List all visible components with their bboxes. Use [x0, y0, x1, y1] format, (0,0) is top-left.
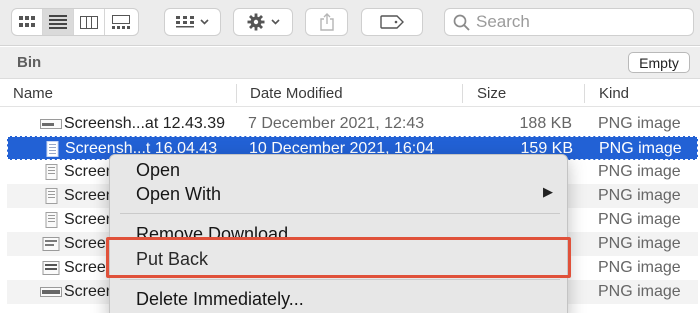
file-size: 188 KB [519, 115, 572, 132]
search-field[interactable] [444, 8, 694, 36]
group-by-button[interactable] [164, 8, 221, 36]
menu-item-delete-immediately[interactable]: Delete Immediately... [110, 286, 567, 312]
chevron-down-icon [200, 19, 209, 25]
search-input[interactable] [476, 12, 686, 32]
file-name: Screen [64, 283, 115, 300]
image-file-icon [45, 164, 58, 180]
search-icon [453, 14, 470, 31]
column-header-date[interactable]: Date Modified [250, 85, 343, 102]
gear-icon [247, 13, 264, 31]
chevron-down-icon [270, 19, 280, 25]
image-file-icon [40, 287, 62, 297]
table-row[interactable]: Screensh...at 12.43.39 7 December 2021, … [7, 112, 698, 136]
column-header-size[interactable]: Size [477, 85, 506, 102]
columns-icon [80, 15, 98, 29]
gallery-view-button[interactable] [105, 9, 136, 35]
share-button[interactable] [305, 8, 348, 36]
menu-item-label: Open [136, 159, 181, 180]
file-kind: PNG image [598, 115, 681, 132]
file-name: Screen [64, 187, 115, 204]
image-file-icon [40, 119, 62, 129]
gallery-icon [111, 15, 130, 29]
group-grid-icon [176, 16, 194, 28]
image-file-icon [46, 141, 59, 157]
column-header-kind[interactable]: Kind [599, 85, 629, 102]
file-kind: PNG image [599, 140, 682, 157]
tags-button[interactable] [361, 8, 423, 36]
image-file-icon [42, 261, 60, 275]
menu-item-open-with[interactable]: Open With ▶ [110, 181, 567, 207]
context-menu: Open Open With ▶ Remove Download Put Bac… [109, 154, 568, 313]
location-title: Bin [17, 54, 42, 71]
action-menu-button[interactable] [233, 8, 293, 36]
file-kind: PNG image [598, 211, 681, 228]
image-file-icon [45, 212, 58, 228]
file-kind: PNG image [598, 235, 681, 252]
icon-view-button[interactable] [12, 9, 43, 35]
submenu-arrow-icon: ▶ [543, 184, 553, 199]
menu-item-open[interactable]: Open [110, 157, 567, 183]
file-name: Screen [64, 163, 115, 180]
file-kind: PNG image [598, 283, 681, 300]
image-file-icon [45, 188, 58, 204]
column-header-name[interactable]: Name [13, 85, 53, 102]
file-name: Screensh...at 12.43.39 [64, 115, 225, 132]
location-bar: Bin Empty [0, 47, 700, 79]
file-kind: PNG image [598, 259, 681, 276]
image-file-icon [42, 237, 60, 251]
column-divider[interactable] [462, 84, 463, 103]
put-back-highlight-box [106, 237, 571, 278]
toolbar [0, 0, 700, 46]
menu-separator [120, 279, 560, 280]
share-icon [319, 13, 334, 31]
list-icon [49, 15, 67, 29]
column-view-button[interactable] [74, 9, 105, 35]
column-headers: Name Date Modified Size Kind [0, 80, 700, 107]
menu-separator [120, 213, 560, 214]
file-kind: PNG image [598, 187, 681, 204]
icon-grid-icon [19, 16, 35, 27]
view-mode-segmented-control [11, 8, 139, 36]
tag-icon [380, 15, 404, 29]
file-name: Screen [64, 211, 115, 228]
empty-bin-button[interactable]: Empty [628, 52, 690, 73]
file-date: 7 December 2021, 12:43 [248, 115, 425, 132]
file-kind: PNG image [598, 163, 681, 180]
menu-item-label: Open With [136, 183, 222, 204]
menu-item-label: Delete Immediately... [136, 288, 304, 309]
list-view-button[interactable] [43, 9, 74, 35]
column-divider[interactable] [236, 84, 237, 103]
column-divider[interactable] [584, 84, 585, 103]
